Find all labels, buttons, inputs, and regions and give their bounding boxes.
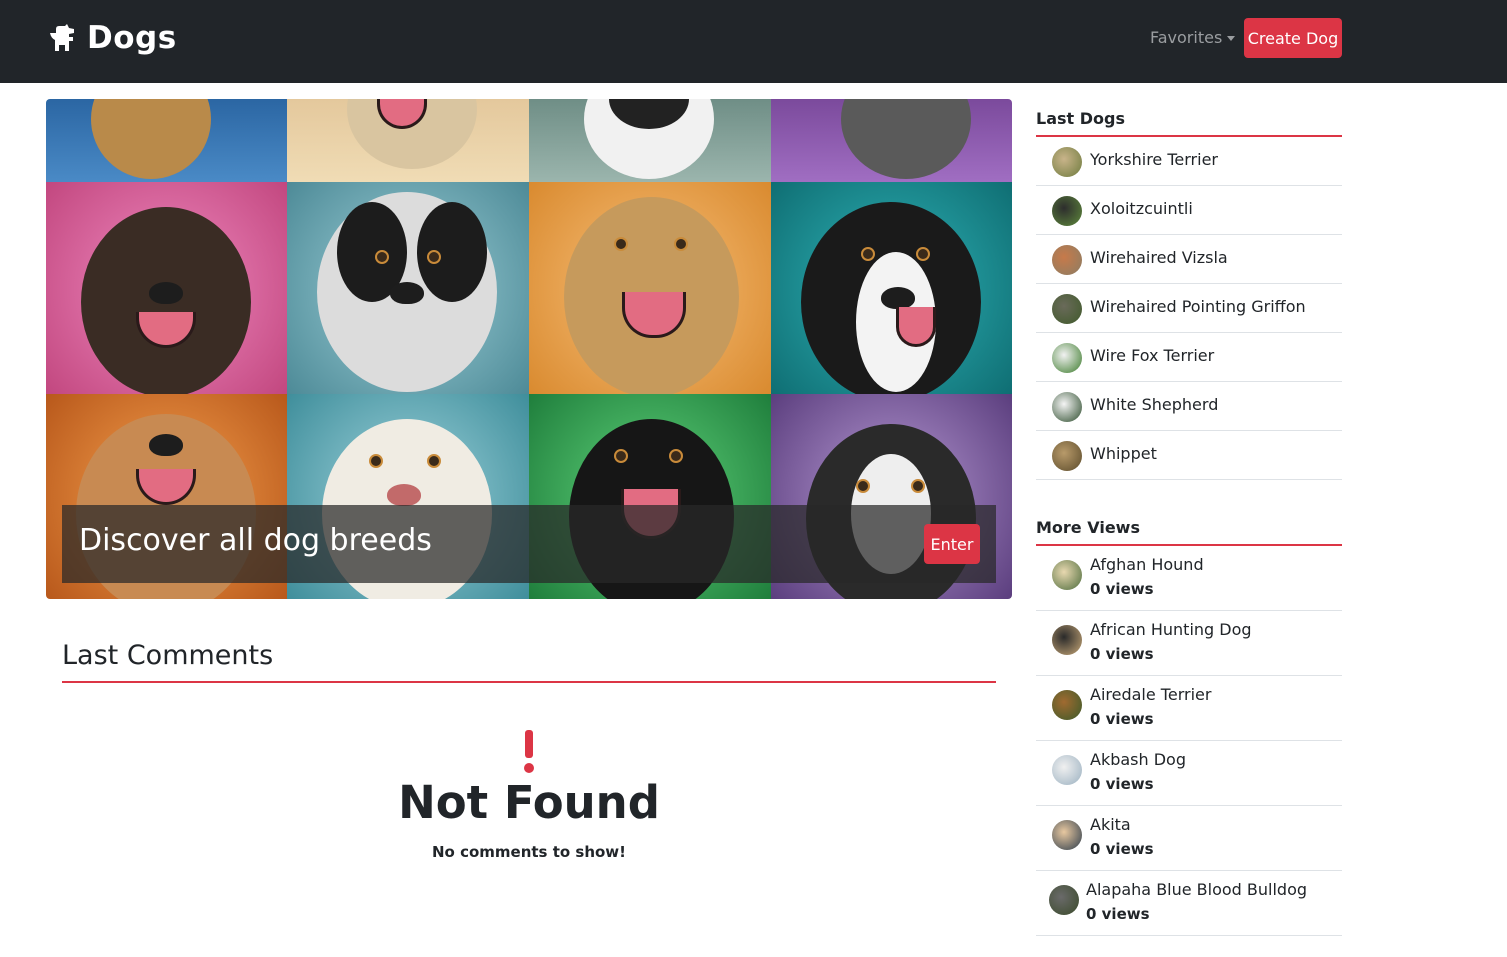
avatar: [1049, 885, 1079, 915]
item-name[interactable]: Akita: [1090, 815, 1131, 834]
avatar: [1052, 245, 1082, 275]
item-name[interactable]: Whippet: [1090, 444, 1157, 463]
avatar: [1052, 392, 1082, 422]
list-item[interactable]: African Hunting Dog 0 views: [1036, 611, 1342, 676]
item-name[interactable]: Akbash Dog: [1090, 750, 1186, 769]
item-name[interactable]: White Shepherd: [1090, 395, 1218, 414]
item-name[interactable]: Wirehaired Vizsla: [1090, 248, 1228, 267]
top-navbar: Dogs Favorites Create Dog: [0, 0, 1507, 83]
item-name[interactable]: Wirehaired Pointing Griffon: [1090, 297, 1306, 316]
avatar: [1052, 690, 1082, 720]
not-found-subtitle: No comments to show!: [431, 843, 627, 861]
more-views-list: Afghan Hound 0 views African Hunting Dog 0 …: [1036, 546, 1342, 936]
caret-down-icon: [1227, 36, 1236, 41]
item-name[interactable]: Afghan Hound: [1090, 555, 1204, 574]
favorites-dropdown[interactable]: Favorites: [1150, 28, 1236, 47]
list-item[interactable]: White Shepherd: [1036, 382, 1342, 431]
item-name[interactable]: Airedale Terrier: [1090, 685, 1211, 704]
avatar: [1052, 560, 1082, 590]
list-item[interactable]: Yorkshire Terrier: [1036, 137, 1342, 186]
exclamation-icon: [524, 730, 534, 773]
favorites-label: Favorites: [1150, 28, 1223, 47]
item-views: 0 views: [1090, 840, 1154, 858]
item-name[interactable]: Alapaha Blue Blood Bulldog: [1086, 880, 1307, 899]
more-views-title: More Views: [1036, 518, 1140, 537]
list-item[interactable]: Wirehaired Pointing Griffon: [1036, 284, 1342, 333]
item-name[interactable]: Xoloitzcuintli: [1090, 199, 1193, 218]
list-item[interactable]: Wire Fox Terrier: [1036, 333, 1342, 382]
avatar: [1052, 625, 1082, 655]
avatar: [1052, 147, 1082, 177]
avatar: [1052, 196, 1082, 226]
brand-link[interactable]: Dogs: [47, 20, 177, 56]
list-item[interactable]: Afghan Hound 0 views: [1036, 546, 1342, 611]
more-views-panel: More Views Afghan Hound 0 views African Hu…: [1036, 508, 1342, 936]
item-views: 0 views: [1090, 710, 1154, 728]
item-views: 0 views: [1090, 645, 1154, 663]
dog-icon: [50, 24, 74, 51]
list-item[interactable]: Whippet: [1036, 431, 1342, 480]
section-divider: [62, 681, 996, 683]
item-views: 0 views: [1090, 580, 1154, 598]
list-item[interactable]: Xoloitzcuintli: [1036, 186, 1342, 235]
hero-title: Discover all dog breeds: [79, 523, 432, 558]
brand-title: Dogs: [87, 20, 177, 56]
item-views: 0 views: [1086, 905, 1150, 923]
avatar: [1052, 755, 1082, 785]
enter-button[interactable]: Enter: [924, 524, 980, 564]
item-views: 0 views: [1090, 775, 1154, 793]
item-name[interactable]: African Hunting Dog: [1090, 620, 1252, 639]
last-comments-title: Last Comments: [62, 640, 274, 671]
item-name[interactable]: Yorkshire Terrier: [1090, 150, 1218, 169]
list-item[interactable]: Airedale Terrier 0 views: [1036, 676, 1342, 741]
avatar: [1052, 820, 1082, 850]
avatar: [1052, 294, 1082, 324]
hero-banner: Discover all dog breeds Enter: [46, 99, 1012, 599]
last-dogs-panel: Last Dogs Yorkshire Terrier Xoloitzcuintl…: [1036, 99, 1342, 480]
avatar: [1052, 441, 1082, 471]
avatar: [1052, 343, 1082, 373]
list-item[interactable]: Akita 0 views: [1036, 806, 1342, 871]
last-dogs-title: Last Dogs: [1036, 109, 1125, 128]
list-item[interactable]: Alapaha Blue Blood Bulldog 0 views: [1036, 871, 1342, 936]
not-found-title: Not Found: [398, 776, 660, 829]
list-item[interactable]: Wirehaired Vizsla: [1036, 235, 1342, 284]
create-dog-button[interactable]: Create Dog: [1244, 18, 1342, 58]
item-name[interactable]: Wire Fox Terrier: [1090, 346, 1214, 365]
last-dogs-list: Yorkshire Terrier Xoloitzcuintli Wirehaire…: [1036, 137, 1342, 480]
list-item[interactable]: Akbash Dog 0 views: [1036, 741, 1342, 806]
hero-caption: Discover all dog breeds Enter: [62, 505, 996, 583]
